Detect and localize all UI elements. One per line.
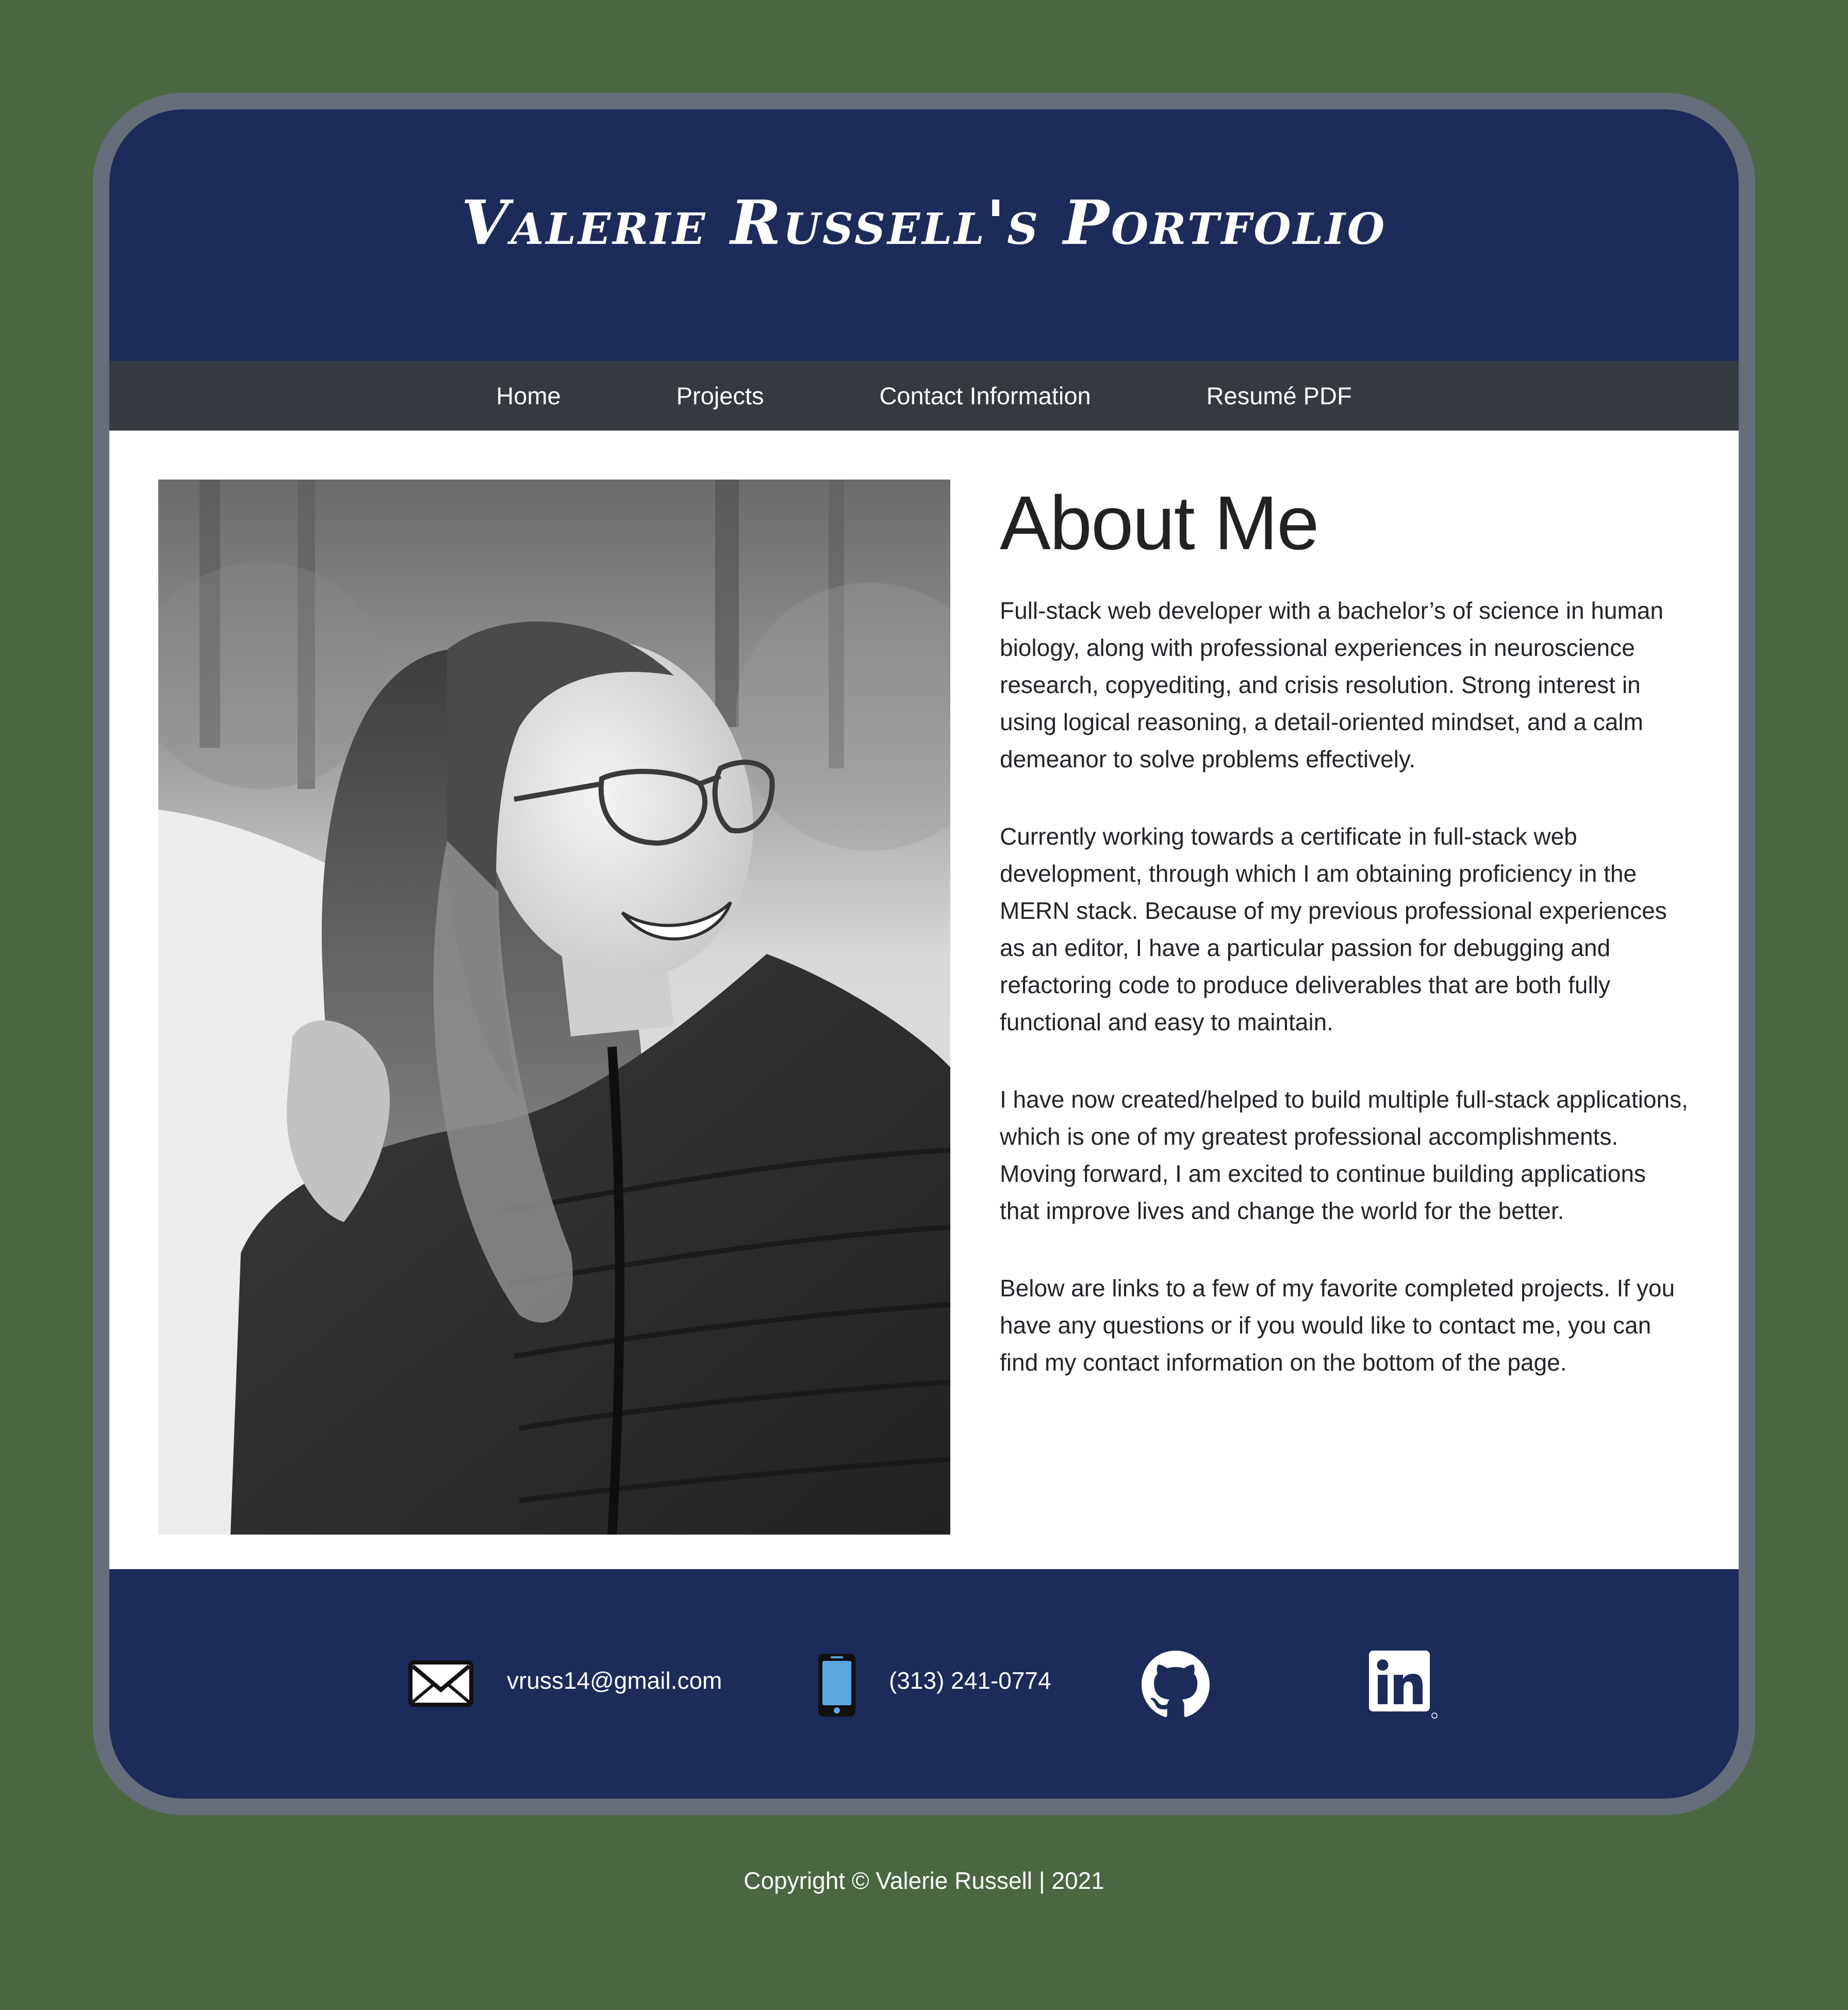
nav-resume-link[interactable]: Resumé PDF	[1207, 382, 1352, 410]
about-paragraph: Currently working towards a certificate …	[1000, 823, 1667, 1036]
main-nav: Home Projects Contact Information Resumé…	[109, 361, 1739, 431]
phone-link[interactable]: (313) 241-0774	[889, 1665, 1051, 1696]
contact-row: vruss14@gmail.com (313) 241-0774	[109, 1569, 1739, 1799]
nav-projects-link[interactable]: Projects	[676, 382, 764, 410]
portrait-photo	[158, 480, 950, 1535]
page-card: Valerie Russell's Portfolio Home Project…	[109, 109, 1739, 1799]
about-paragraph: Below are links to a few of my favorite …	[1000, 1275, 1675, 1376]
about-section: About Me Full-stack web developer with a…	[109, 431, 1739, 1569]
envelope-icon[interactable]	[408, 1660, 474, 1707]
about-paragraph: Full-stack web developer with a bachelor…	[1000, 597, 1663, 773]
about-text: About Me Full-stack web developer with a…	[1000, 480, 1691, 1421]
site-header: Valerie Russell's Portfolio	[109, 109, 1739, 361]
nav-contact-link[interactable]: Contact Information	[879, 382, 1091, 410]
contact-footer: vruss14@gmail.com (313) 241-0774	[109, 1569, 1739, 1799]
github-icon[interactable]	[1142, 1651, 1210, 1719]
site-title: Valerie Russell's Portfolio	[461, 186, 1387, 258]
page-frame: Valerie Russell's Portfolio Home Project…	[93, 93, 1755, 1815]
about-heading: About Me	[1000, 481, 1319, 566]
phone-icon[interactable]	[816, 1652, 857, 1719]
about-paragraph: I have now created/helped to build multi…	[1000, 1086, 1688, 1225]
nav-home-link[interactable]: Home	[496, 382, 560, 410]
copyright-text: Copyright © Valerie Russell | 2021	[744, 1867, 1104, 1894]
email-link[interactable]: vruss14@gmail.com	[507, 1665, 722, 1696]
linkedin-icon[interactable]	[1369, 1651, 1438, 1719]
